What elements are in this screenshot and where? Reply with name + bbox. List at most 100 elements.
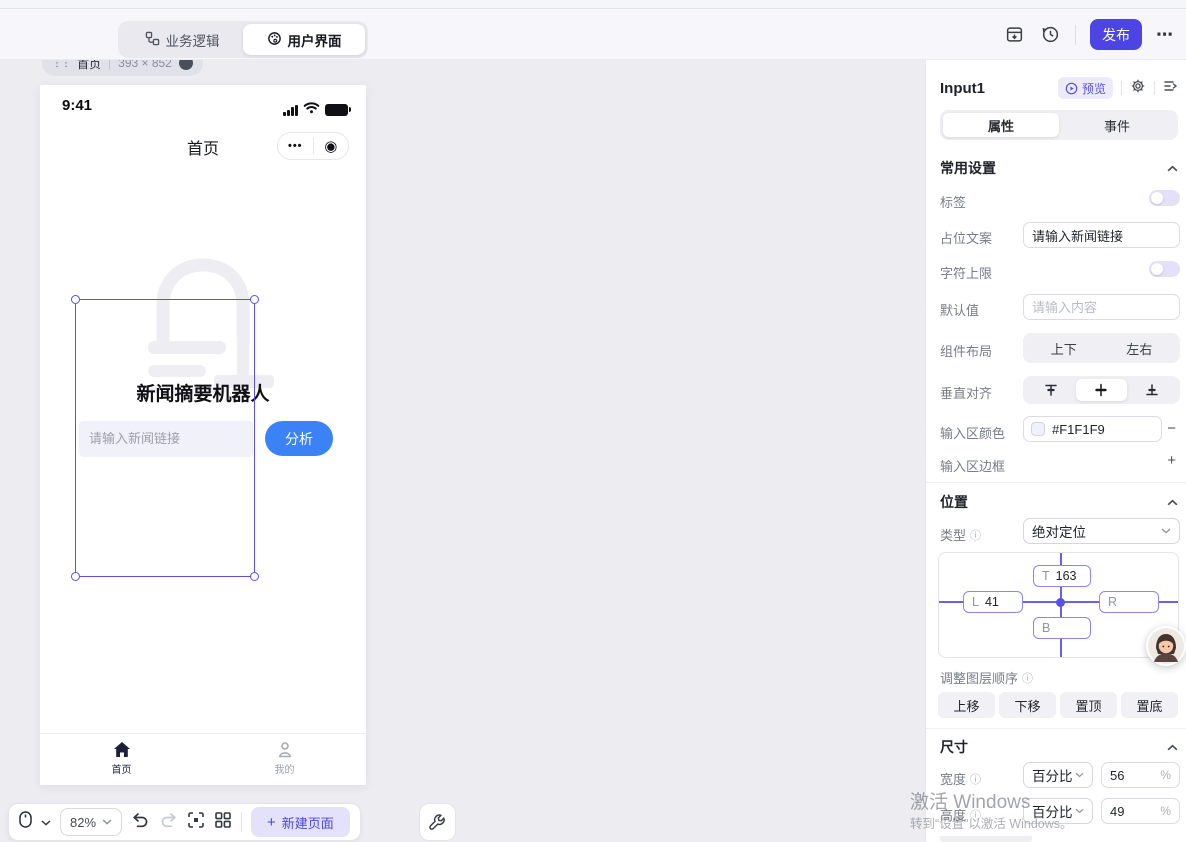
more-menu-icon[interactable]: ⋯	[1156, 25, 1174, 45]
move-down-button[interactable]: 下移	[999, 692, 1056, 718]
windows-activation-watermark-sub: 转到“设置”以激活 Windows。	[910, 813, 1073, 832]
position-type-value: 绝对定位	[1032, 521, 1086, 541]
resize-handle-se[interactable]	[250, 572, 259, 581]
status-bar-time: 9:41	[62, 97, 92, 114]
design-canvas[interactable]: ⋮⋮ 首页 | 393 × 852 9:41 首页 ••• ◉	[0, 60, 925, 842]
placeholder-row-title: 占位文案	[940, 228, 992, 247]
cursor-mode-chevron-icon[interactable]	[41, 813, 51, 831]
chevron-up-icon[interactable]	[1167, 165, 1178, 172]
width-unit-select[interactable]: 百分比	[1023, 762, 1093, 788]
layout-option-horizontal[interactable]: 左右	[1102, 336, 1178, 360]
component-name: Input1	[940, 80, 1058, 97]
miniprogram-capsule[interactable]: ••• ◉	[277, 132, 349, 160]
input-color-field[interactable]: #F1F1F9	[1023, 416, 1162, 442]
wrench-icon	[429, 814, 446, 831]
undo-icon[interactable]	[131, 812, 150, 833]
char-limit-toggle[interactable]	[1149, 261, 1180, 277]
bring-to-front-button[interactable]: 置顶	[1060, 692, 1117, 718]
position-editor: T163 L41 R B	[938, 552, 1179, 658]
mode-switcher: 业务逻辑 用户界面	[118, 21, 368, 58]
placeholder-input[interactable]	[1023, 222, 1180, 248]
capsule-more-icon[interactable]: •••	[278, 140, 313, 152]
position-right-field[interactable]: R	[1099, 591, 1159, 613]
collapse-panel-icon[interactable]	[1163, 79, 1178, 98]
preview-label: 预览	[1082, 80, 1106, 97]
remove-color-button[interactable]: −	[1167, 422, 1176, 436]
section-title: 位置	[940, 492, 968, 512]
section-position: 位置	[940, 492, 1178, 512]
width-unit-value: 百分比	[1032, 765, 1073, 785]
history-icon[interactable]	[1039, 24, 1061, 46]
analyze-button[interactable]: 分析	[265, 421, 333, 456]
color-value: #F1F1F9	[1052, 422, 1105, 437]
label-row-title: 标签	[940, 192, 966, 211]
resize-handle-sw[interactable]	[71, 572, 80, 581]
position-type-row-title: 类型ⓘ	[940, 525, 981, 544]
chevron-up-icon[interactable]	[1167, 499, 1178, 506]
height-value-input[interactable]	[1110, 804, 1146, 819]
tools-button[interactable]	[419, 803, 456, 841]
valign-segmented	[1023, 376, 1180, 404]
position-bottom-field[interactable]: B	[1033, 617, 1091, 639]
resize-handle-ne[interactable]	[250, 295, 259, 304]
new-page-button[interactable]: + 新建页面	[251, 807, 350, 837]
move-up-button[interactable]: 上移	[938, 692, 995, 718]
info-icon: ⓘ	[1022, 670, 1033, 686]
pages-grid-icon[interactable]	[214, 811, 232, 834]
color-swatch[interactable]	[1031, 422, 1045, 436]
height-value-field[interactable]: %	[1101, 798, 1180, 824]
fit-screen-icon[interactable]	[187, 811, 205, 834]
inspector-tabs: 属性 事件	[940, 110, 1178, 140]
position-left-field[interactable]: L41	[963, 591, 1023, 613]
align-bottom-icon[interactable]	[1127, 379, 1177, 401]
top-header-bar: 业务逻辑 用户界面 发布 ⋯	[0, 9, 1186, 60]
tabbar-home-label: 首页	[112, 761, 132, 776]
preview-button[interactable]: 预览	[1058, 77, 1113, 99]
layout-option-vertical[interactable]: 上下	[1026, 336, 1102, 360]
width-value-input[interactable]	[1110, 768, 1146, 783]
tab-business-logic-label: 业务逻辑	[166, 30, 220, 50]
phone-preview[interactable]: 9:41 首页 ••• ◉	[40, 85, 366, 785]
width-row-title: 宽度ⓘ	[940, 769, 981, 788]
tabbar-item-home[interactable]: 首页	[40, 734, 203, 785]
section-title: 尺寸	[940, 737, 968, 757]
label-toggle[interactable]	[1149, 190, 1180, 206]
zoom-select[interactable]: 82%	[60, 808, 122, 836]
divider	[1121, 81, 1122, 95]
palette-icon	[267, 31, 282, 49]
default-value-row-title: 默认值	[940, 300, 979, 319]
tab-user-interface-label: 用户界面	[288, 30, 342, 50]
publish-button[interactable]: 发布	[1090, 19, 1142, 50]
chevron-down-icon	[1161, 528, 1171, 534]
tabbar-item-mine[interactable]: 我的	[203, 734, 366, 785]
input-border-row-title: 输入区边框	[940, 456, 1005, 475]
capsule-exit-icon[interactable]: ◉	[314, 137, 349, 155]
assistant-avatar[interactable]	[1146, 626, 1186, 666]
gear-icon[interactable]	[1130, 78, 1146, 99]
position-anchor-dot[interactable]	[1056, 598, 1065, 607]
position-type-select[interactable]: 绝对定位	[1023, 518, 1180, 544]
align-top-icon[interactable]	[1026, 379, 1076, 401]
tab-properties[interactable]: 属性	[943, 113, 1059, 137]
redo-icon[interactable]	[159, 812, 178, 833]
tab-events[interactable]: 事件	[1059, 113, 1175, 137]
divider	[1075, 25, 1076, 45]
resize-handle-nw[interactable]	[71, 295, 80, 304]
tab-business-logic[interactable]: 业务逻辑	[121, 24, 243, 55]
default-value-input[interactable]	[1023, 294, 1180, 320]
chevron-up-icon[interactable]	[1167, 744, 1178, 751]
send-to-back-button[interactable]: 置底	[1121, 692, 1178, 718]
inspector-panel: Input1 预览 属性 事件 常用设置 标签 占位文案	[925, 60, 1186, 842]
archive-icon[interactable]	[1003, 24, 1025, 46]
position-top-field[interactable]: T163	[1033, 565, 1091, 587]
tab-user-interface[interactable]: 用户界面	[243, 24, 365, 55]
layout-row-title: 组件布局	[940, 341, 992, 360]
align-middle-icon[interactable]	[1076, 379, 1126, 401]
window-top-strip	[0, 0, 1186, 9]
add-border-button[interactable]: +	[1167, 454, 1176, 468]
width-value-field[interactable]: %	[1101, 762, 1180, 788]
layout-segmented: 上下 左右	[1023, 333, 1180, 363]
cursor-mode-icon[interactable]	[19, 811, 32, 833]
component-selection-box[interactable]	[75, 299, 255, 577]
info-icon: ⓘ	[970, 771, 981, 787]
